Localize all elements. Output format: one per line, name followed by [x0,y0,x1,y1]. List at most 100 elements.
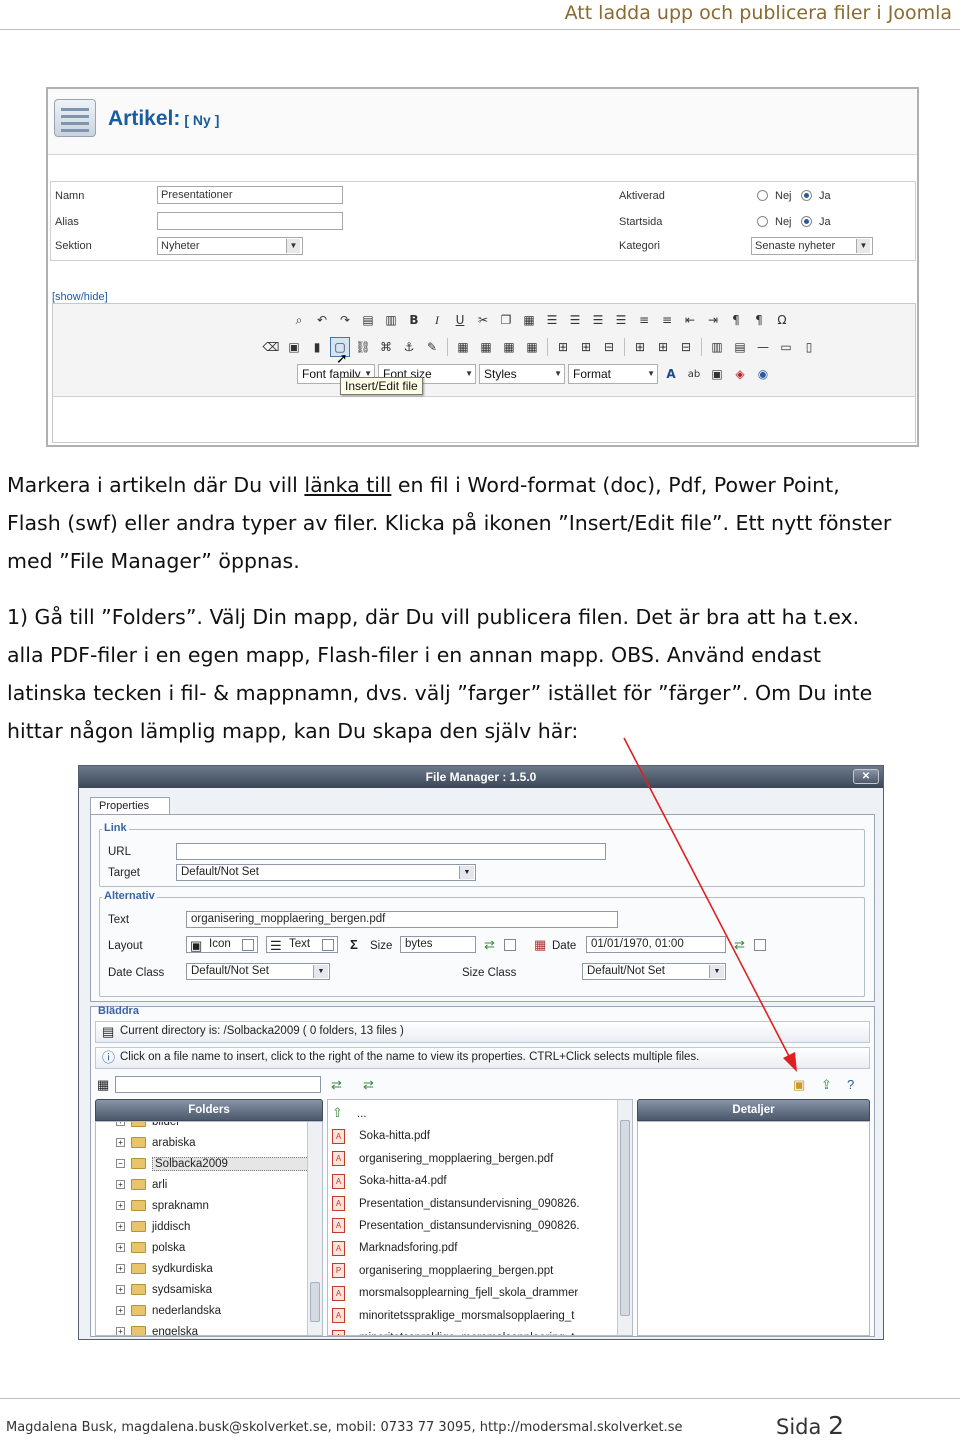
special-char-icon[interactable]: Ω [772,310,792,330]
unlink-icon[interactable]: ⌘ [376,337,396,357]
folder-item[interactable]: + polska [96,1238,185,1259]
file-item[interactable]: Aorganisering_mopplaering_bergen.pdf [328,1149,553,1170]
help-icon[interactable]: ? [847,1078,854,1092]
ltr-icon[interactable]: ¶ [726,310,746,330]
sektion-select[interactable]: Nyheter [157,237,303,255]
folder-filter-input[interactable] [115,1076,321,1093]
refresh-size-icon[interactable]: ⇄ [484,938,495,952]
new-folder-icon[interactable]: ▣ [793,1078,805,1092]
text-checkbox[interactable] [322,939,334,951]
table-row-props-icon[interactable]: ▦ [476,337,496,357]
split-cells-icon[interactable]: ▥ [707,337,727,357]
alias-input[interactable] [157,212,343,230]
text-color-icon[interactable]: A [661,364,681,384]
italic-icon[interactable]: I [427,310,447,330]
flash-icon[interactable]: ◈ [730,364,750,384]
align-center-icon[interactable]: ☰ [565,310,585,330]
horizontal-rule-icon[interactable]: — [753,337,773,357]
align-justify-icon[interactable]: ☰ [611,310,631,330]
indent-icon[interactable]: ⇥ [703,310,723,330]
link-icon[interactable]: ⛓ [353,337,373,357]
row-after-icon[interactable]: ⊞ [576,337,596,357]
eraser-icon[interactable]: ⌫ [261,337,281,357]
styles-select[interactable]: Styles [479,364,565,384]
aktiverad-ja-radio[interactable] [801,190,812,201]
search-replace-icon[interactable]: ⌕ [289,310,309,330]
expand-icon[interactable]: + [116,1243,125,1253]
merge-cells-icon[interactable]: ▤ [730,337,750,357]
rtl-icon[interactable]: ¶ [749,310,769,330]
table-cell-props-icon[interactable]: ▦ [499,337,519,357]
kategori-select[interactable]: Senaste nyheter [751,237,873,255]
file-item[interactable]: Aminoritetsspraklige_morsmalsopplaering_… [328,1306,574,1327]
folder-item[interactable]: + engelska [96,1322,198,1335]
file-item[interactable]: A Soka-hitta.pdf [328,1126,430,1147]
file-item[interactable]: Amorsmalsopplearning_fjell_skola_drammer [328,1283,578,1304]
refresh-folders-icon[interactable]: ⇄ [331,1078,342,1092]
cut-icon[interactable]: ✂ [473,310,493,330]
url-input[interactable] [176,843,606,860]
startsida-nej-radio[interactable] [757,216,768,227]
file-item[interactable]: A Soka-hitta-a4.pdf [328,1171,447,1192]
align-right-icon[interactable]: ☰ [588,310,608,330]
row-before-icon[interactable]: ⊞ [553,337,573,357]
date-checkbox[interactable] [754,939,766,951]
table-icon[interactable]: ▦ [453,337,473,357]
folders-scrollbar[interactable] [307,1122,322,1335]
delete-col-icon[interactable]: ⊟ [676,337,696,357]
date-class-select[interactable]: Default/Not Set [186,963,330,980]
preview-icon[interactable]: ▯ [799,337,819,357]
expand-icon[interactable]: + [116,1180,125,1190]
folder-item[interactable]: + sydsamiska [96,1280,212,1301]
namn-input[interactable]: Presentationer [157,186,343,204]
folder-item[interactable]: + nederlandska [96,1301,221,1322]
file-item[interactable]: A Presentation_distansundervisning_090826… [328,1194,580,1215]
delete-row-icon[interactable]: ⊟ [599,337,619,357]
folder-item[interactable]: + arli [96,1175,167,1196]
underline-icon[interactable]: U [450,310,470,330]
startsida-ja-radio[interactable] [801,216,812,227]
refresh-date-icon[interactable]: ⇄ [734,938,745,952]
anchor-icon[interactable]: ⚓ [399,337,419,357]
copy-icon[interactable]: ❐ [496,310,516,330]
edit-html-icon[interactable]: ✎ [422,337,442,357]
expand-icon[interactable]: + [116,1201,125,1211]
tab-properties[interactable]: Properties [90,797,170,815]
icon-checkbox[interactable] [242,939,254,951]
folder-item[interactable]: − Solbacka2009 [96,1154,319,1175]
undo-icon[interactable]: ↶ [312,310,332,330]
media-icon[interactable]: ▮ [307,337,327,357]
size-checkbox[interactable] [504,939,516,951]
target-select[interactable]: Default/Not Set [176,864,476,881]
fullscreen-icon[interactable]: ▭ [776,337,796,357]
upload-icon[interactable]: ⇪ [821,1078,832,1092]
expand-icon[interactable]: + [116,1264,125,1274]
ordered-list-icon[interactable]: ≡ [634,310,654,330]
file-item[interactable]: Porganisering_mopplaering_bergen.ppt [328,1261,553,1282]
align-left-icon[interactable]: ☰ [542,310,562,330]
folder-item[interactable]: + jiddisch [96,1217,190,1238]
readmore-icon[interactable]: ◉ [753,364,773,384]
col-after-icon[interactable]: ⊞ [653,337,673,357]
file-item[interactable]: A Marknadsforing.pdf [328,1238,457,1259]
paste-icon[interactable]: ▤ [358,310,378,330]
date-input[interactable]: 01/01/1970, 01:00 [586,936,726,953]
folder-item[interactable]: + bilder [96,1122,180,1133]
parent-directory-item[interactable]: ⇧... [328,1104,367,1125]
expand-icon[interactable]: + [116,1327,125,1335]
aktiverad-nej-radio[interactable] [757,190,768,201]
show-hide-link[interactable]: [show/hide] [52,291,108,303]
files-scroll-thumb[interactable] [620,1120,630,1316]
folder-item[interactable]: + arabiska [96,1133,195,1154]
expand-icon[interactable]: + [116,1138,125,1148]
folder-item[interactable]: + spraknamn [96,1196,209,1217]
expand-icon[interactable]: + [116,1306,125,1316]
expand-icon[interactable]: − [116,1159,125,1169]
format-select[interactable]: Format [568,364,658,384]
expand-icon[interactable]: + [116,1122,125,1127]
col-before-icon[interactable]: ⊞ [630,337,650,357]
folder-item[interactable]: + sydkurdiska [96,1259,213,1280]
expand-icon[interactable]: + [116,1285,125,1295]
paste-word-icon[interactable]: ▦ [519,310,539,330]
image-insert-icon[interactable]: ▣ [707,364,727,384]
